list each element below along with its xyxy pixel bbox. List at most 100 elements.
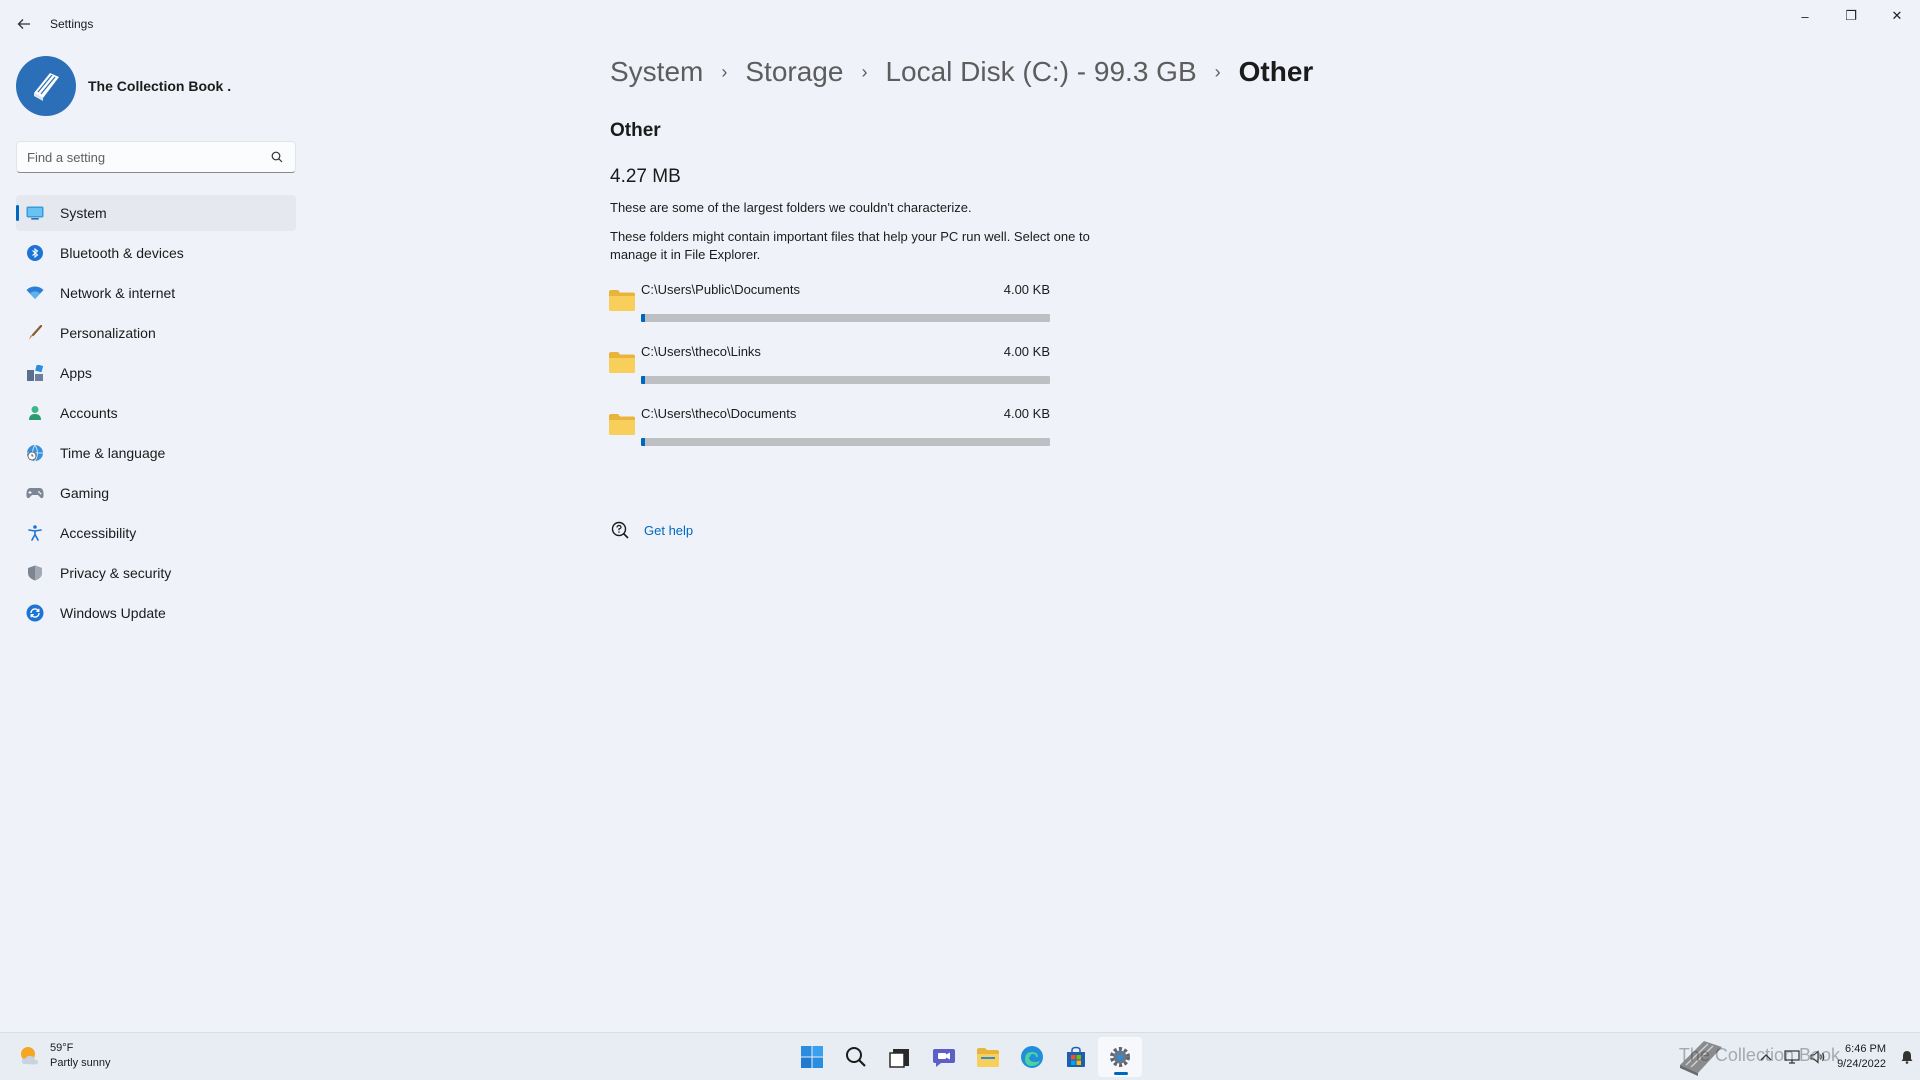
minimize-icon: – <box>1801 8 1809 24</box>
avatar <box>16 56 76 116</box>
title-bar: Settings – ❐ ✕ <box>0 0 1920 48</box>
sidebar-item-label: Apps <box>60 365 92 381</box>
close-button[interactable]: ✕ <box>1874 0 1920 32</box>
apps-icon <box>26 364 44 382</box>
app-title: Settings <box>50 17 94 31</box>
person-icon <box>26 404 44 422</box>
folder-item[interactable]: C:\Users\theco\Links 4.00 KB <box>604 340 1050 402</box>
taskbar-apps <box>790 1037 1142 1077</box>
sidebar-item-label: Time & language <box>60 445 166 461</box>
maximize-icon: ❐ <box>1845 8 1857 23</box>
usage-bar-fill <box>641 376 646 384</box>
clock[interactable]: 6:46 PM 9/24/2022 <box>1837 1042 1886 1072</box>
sidebar-item-accessibility[interactable]: Accessibility <box>16 515 296 551</box>
clock-date: 9/24/2022 <box>1837 1058 1886 1070</box>
breadcrumb-chevron-icon: › <box>861 61 868 82</box>
minimize-button[interactable]: – <box>1782 0 1828 32</box>
store-button[interactable] <box>1054 1037 1098 1077</box>
description-text: These folders might contain important fi… <box>610 229 1090 262</box>
sidebar-item-privacy[interactable]: Privacy & security <box>16 555 296 591</box>
folder-size: 4.00 KB <box>1003 344 1050 359</box>
help-icon <box>611 521 629 539</box>
task-view-button[interactable] <box>878 1037 922 1077</box>
folder-item[interactable]: C:\Users\theco\Documents 4.00 KB <box>604 402 1050 464</box>
notification-icon[interactable] <box>1896 1046 1918 1068</box>
sidebar-item-network[interactable]: Network & internet <box>16 275 296 311</box>
partly-sunny-icon <box>21 1047 38 1065</box>
sidebar-item-label: Gaming <box>60 485 110 501</box>
chevron-up-icon[interactable] <box>1755 1046 1777 1068</box>
sidebar-item-personalization[interactable]: Personalization <box>16 315 296 351</box>
maximize-button[interactable]: ❐ <box>1828 0 1874 32</box>
start-icon <box>801 1046 823 1068</box>
folder-path: C:\Users\theco\Documents <box>641 406 797 421</box>
store-icon <box>1067 1046 1085 1067</box>
breadcrumb-chevron-icon: › <box>1214 61 1221 82</box>
file-explorer-button[interactable] <box>966 1037 1010 1077</box>
search-box[interactable] <box>16 141 296 173</box>
folder-icon <box>609 290 635 311</box>
weather-condition: Partly sunny <box>50 1057 111 1069</box>
accessibility-icon <box>26 524 44 542</box>
brush-icon <box>26 324 44 342</box>
sidebar-item-label: Accessibility <box>60 525 137 541</box>
breadcrumb-system[interactable]: System <box>610 56 703 88</box>
folder-icon <box>609 414 635 435</box>
sidebar-item-accounts[interactable]: Accounts <box>16 395 296 431</box>
sidebar-item-bluetooth[interactable]: Bluetooth & devices <box>16 235 296 271</box>
sidebar-item-label: Bluetooth & devices <box>60 245 184 261</box>
folder-item[interactable]: C:\Users\Public\Documents 4.00 KB <box>604 278 1050 340</box>
settings-window: Settings – ❐ ✕ The Collection Book . Fin… <box>0 0 1920 1032</box>
sidebar-item-time-language[interactable]: Time & language <box>16 435 296 471</box>
sidebar-item-label: Personalization <box>60 325 156 341</box>
settings-taskbar-button[interactable] <box>1098 1037 1142 1077</box>
chat-button[interactable] <box>922 1037 966 1077</box>
usage-bar-fill <box>641 314 646 322</box>
chat-icon <box>933 1049 955 1067</box>
sidebar-item-windows-update[interactable]: Windows Update <box>16 595 296 631</box>
usage-bar <box>641 376 1050 384</box>
weather-widget[interactable]: 59°F Partly sunny <box>18 1041 111 1071</box>
sidebar-item-gaming[interactable]: Gaming <box>16 475 296 511</box>
display-icon[interactable] <box>1781 1046 1803 1068</box>
folder-path: C:\Users\theco\Links <box>641 344 761 359</box>
taskbar-search-button[interactable] <box>834 1037 878 1077</box>
sidebar-item-apps[interactable]: Apps <box>16 355 296 391</box>
search-input[interactable] <box>27 149 269 165</box>
edge-icon <box>1021 1046 1043 1068</box>
update-icon <box>26 604 44 622</box>
back-button[interactable] <box>12 12 36 36</box>
file-explorer-icon <box>977 1048 999 1067</box>
volume-icon[interactable] <box>1807 1046 1829 1068</box>
sidebar-item-label: Windows Update <box>60 605 166 621</box>
breadcrumb: System › Storage › Local Disk (C:) - 99.… <box>610 56 1313 88</box>
edge-button[interactable] <box>1010 1037 1054 1077</box>
usage-bar-fill <box>641 438 646 446</box>
gamepad-icon <box>26 484 44 502</box>
get-help-label: Get help <box>644 522 694 538</box>
taskbar: 59°F Partly sunny The Collection Book 6:… <box>0 1032 1920 1080</box>
breadcrumb-chevron-icon: › <box>721 61 728 82</box>
search-icon <box>846 1047 866 1067</box>
description-text: These are some of the largest folders we… <box>610 200 972 215</box>
folder-path: C:\Users\Public\Documents <box>641 282 800 297</box>
settings-icon <box>1110 1047 1130 1067</box>
sidebar-item-system[interactable]: System <box>16 195 296 231</box>
sidebar-item-label: Network & internet <box>60 285 176 301</box>
folder-size: 4.00 KB <box>1003 406 1050 421</box>
shield-icon <box>26 564 44 582</box>
sidebar-item-label: Privacy & security <box>60 565 172 581</box>
user-profile[interactable]: The Collection Book . <box>16 56 231 116</box>
folder-list: C:\Users\Public\Documents 4.00 KB C:\Use… <box>604 278 1050 464</box>
breadcrumb-storage[interactable]: Storage <box>745 56 843 88</box>
back-arrow-icon <box>17 19 30 29</box>
usage-bar <box>641 438 1050 446</box>
sidebar-item-label: Accounts <box>60 405 118 421</box>
wifi-icon <box>26 284 44 302</box>
search-icon[interactable] <box>269 149 285 165</box>
start-button[interactable] <box>790 1037 834 1077</box>
weather-temp: 59°F <box>50 1042 74 1054</box>
breadcrumb-local-disk[interactable]: Local Disk (C:) - 99.3 GB <box>885 56 1196 88</box>
folder-size: 4.00 KB <box>1003 282 1050 297</box>
get-help-link[interactable]: Get help <box>610 520 693 540</box>
